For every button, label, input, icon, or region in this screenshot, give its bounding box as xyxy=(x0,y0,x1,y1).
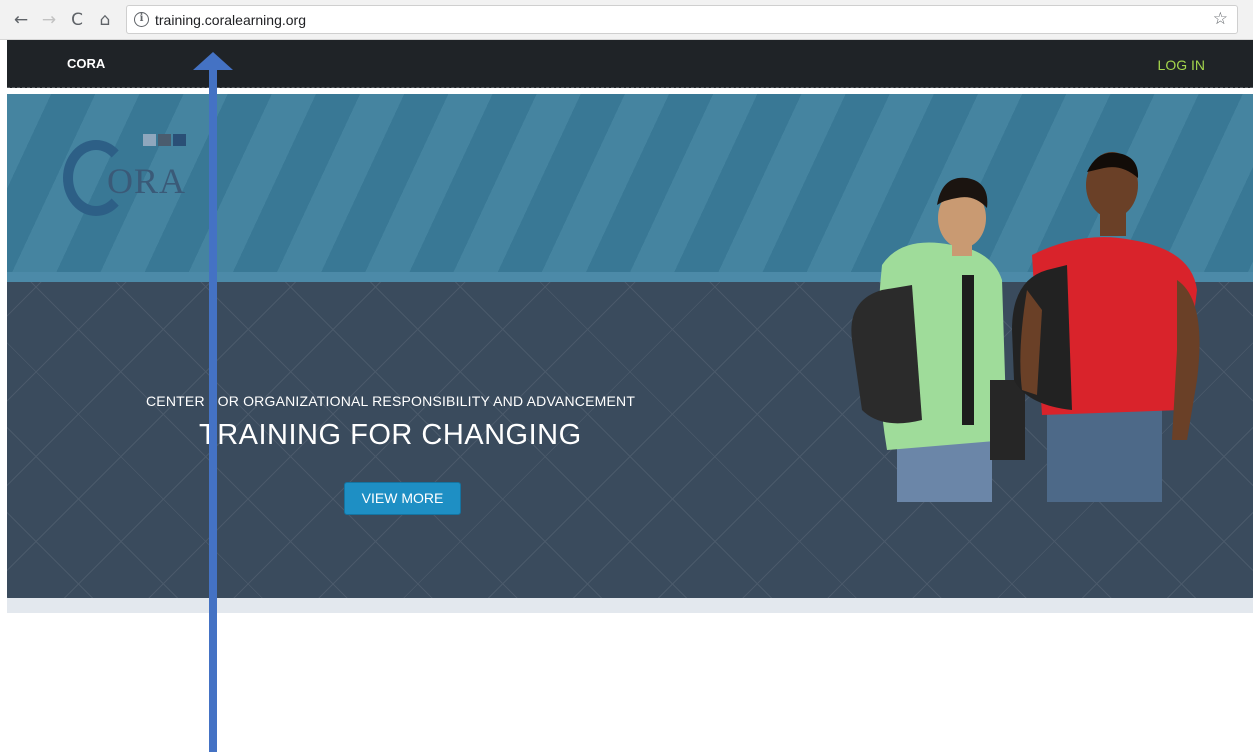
url-text[interactable]: training.coralearning.org xyxy=(155,12,306,28)
info-icon[interactable]: i xyxy=(134,12,149,27)
reload-icon[interactable]: C xyxy=(67,9,87,31)
logo-square xyxy=(158,134,171,146)
cora-logo[interactable]: ORA xyxy=(63,134,193,216)
student-left xyxy=(851,177,1025,502)
browser-toolbar: ← → C ⌂ i training.coralearning.org ☆ xyxy=(0,0,1253,40)
forward-icon[interactable]: → xyxy=(39,9,59,31)
bookmark-star-icon[interactable]: ☆ xyxy=(1213,9,1228,29)
brand-link[interactable]: CORA xyxy=(67,56,105,71)
logo-square xyxy=(173,134,186,146)
home-icon[interactable]: ⌂ xyxy=(95,9,115,31)
back-icon[interactable]: ← xyxy=(11,9,31,31)
annotation-arrow xyxy=(193,52,233,752)
hero-headline: TRAINING FOR CHANGING xyxy=(199,419,582,451)
logo-text: ORA xyxy=(107,161,187,201)
view-more-button[interactable]: VIEW MORE xyxy=(344,482,461,515)
login-link[interactable]: LOG IN xyxy=(1158,57,1205,73)
student-right xyxy=(1012,152,1200,502)
students-photo xyxy=(851,152,1200,502)
logo-square xyxy=(143,134,156,146)
address-bar[interactable]: i training.coralearning.org ☆ xyxy=(126,5,1238,34)
